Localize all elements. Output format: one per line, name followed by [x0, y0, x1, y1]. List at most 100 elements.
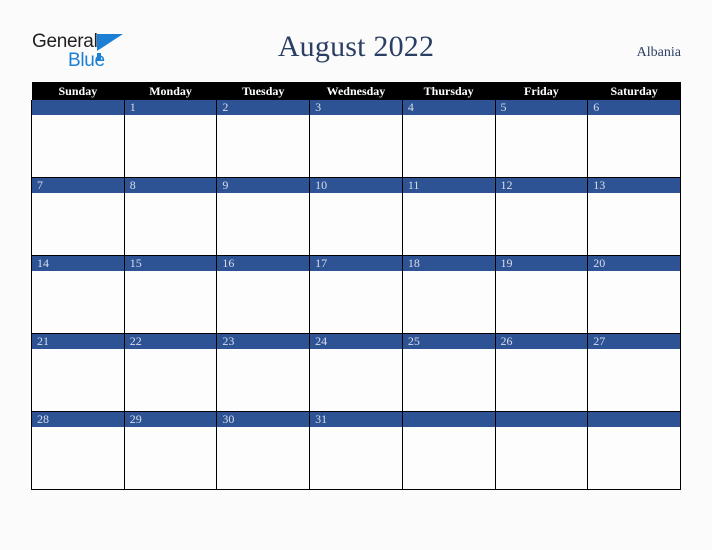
day-notes-area[interactable] [310, 427, 402, 489]
week-row: 14 15 16 17 18 19 20 [31, 255, 681, 334]
day-notes-area[interactable] [588, 349, 680, 411]
day-cell[interactable]: 9 [216, 177, 311, 256]
day-cell[interactable]: 26 [494, 333, 589, 412]
week-row: 1 2 3 4 5 6 [31, 100, 681, 178]
day-number [495, 412, 588, 427]
day-cell[interactable]: 4 [401, 100, 496, 178]
day-number: 27 [588, 334, 680, 349]
day-notes-area[interactable] [402, 349, 495, 411]
day-notes-area[interactable] [124, 115, 217, 177]
day-cell[interactable]: 1 [123, 100, 218, 178]
day-cell[interactable]: 24 [309, 333, 403, 412]
weekday-header-tuesday: Tuesday [216, 82, 310, 100]
day-cell[interactable]: 13 [587, 177, 681, 256]
day-number: 15 [124, 256, 217, 271]
weekday-header-thursday: Thursday [402, 82, 496, 100]
day-cell[interactable]: 27 [587, 333, 681, 412]
day-number: 24 [310, 334, 402, 349]
day-cell[interactable]: 21 [31, 333, 125, 412]
day-number: 26 [495, 334, 588, 349]
day-cell[interactable]: 15 [123, 255, 218, 334]
day-cell[interactable]: 5 [494, 100, 589, 178]
day-cell[interactable]: 2 [216, 100, 311, 178]
day-cell[interactable]: 29 [123, 411, 218, 490]
day-cell[interactable]: 7 [31, 177, 125, 256]
day-cell[interactable]: 18 [401, 255, 496, 334]
page-header: General Blue August 2022 Albania [0, 0, 712, 80]
weekday-header-saturday: Saturday [587, 82, 681, 100]
day-number: 23 [217, 334, 310, 349]
day-number: 5 [495, 100, 588, 115]
day-notes-area[interactable] [32, 271, 124, 333]
day-number [402, 412, 495, 427]
day-number: 7 [32, 178, 124, 193]
day-notes-area[interactable] [495, 115, 588, 177]
calendar-body: 1 2 3 4 5 6 7 8 9 10 11 12 13 14 15 16 1… [31, 100, 681, 490]
day-notes-area[interactable] [402, 193, 495, 255]
day-notes-area[interactable] [217, 193, 310, 255]
week-row: 21 22 23 24 25 26 27 [31, 333, 681, 412]
day-notes-area[interactable] [124, 427, 217, 489]
day-cell[interactable]: 25 [401, 333, 496, 412]
day-notes-area[interactable] [402, 427, 495, 489]
day-cell[interactable]: 30 [216, 411, 311, 490]
day-cell[interactable]: 17 [309, 255, 403, 334]
day-cell[interactable]: 8 [123, 177, 218, 256]
day-cell[interactable]: 11 [401, 177, 496, 256]
day-notes-area[interactable] [32, 349, 124, 411]
day-notes-area[interactable] [588, 193, 680, 255]
day-number: 3 [310, 100, 402, 115]
day-cell[interactable]: 22 [123, 333, 218, 412]
weekday-header-friday: Friday [495, 82, 588, 100]
day-notes-area[interactable] [495, 193, 588, 255]
day-cell[interactable]: 3 [309, 100, 403, 178]
day-cell[interactable] [587, 411, 681, 490]
day-notes-area[interactable] [124, 193, 217, 255]
day-notes-area[interactable] [495, 427, 588, 489]
day-notes-area[interactable] [217, 427, 310, 489]
day-number: 19 [495, 256, 588, 271]
day-notes-area[interactable] [217, 271, 310, 333]
day-notes-area[interactable] [495, 271, 588, 333]
day-number [32, 100, 124, 115]
day-notes-area[interactable] [588, 427, 680, 489]
month-calendar-grid: Sunday Monday Tuesday Wednesday Thursday… [31, 82, 681, 490]
day-notes-area[interactable] [32, 193, 124, 255]
day-cell[interactable]: 16 [216, 255, 311, 334]
day-cell[interactable]: 10 [309, 177, 403, 256]
day-notes-area[interactable] [217, 115, 310, 177]
day-cell[interactable]: 31 [309, 411, 403, 490]
week-row: 7 8 9 10 11 12 13 [31, 177, 681, 256]
day-cell[interactable]: 19 [494, 255, 589, 334]
day-notes-area[interactable] [588, 115, 680, 177]
day-cell[interactable]: 28 [31, 411, 125, 490]
day-notes-area[interactable] [402, 271, 495, 333]
day-notes-area[interactable] [495, 349, 588, 411]
day-cell[interactable] [31, 100, 125, 178]
day-notes-area[interactable] [310, 271, 402, 333]
day-notes-area[interactable] [588, 271, 680, 333]
day-notes-area[interactable] [124, 349, 217, 411]
day-cell[interactable]: 14 [31, 255, 125, 334]
day-notes-area[interactable] [310, 349, 402, 411]
weekday-header-monday: Monday [124, 82, 217, 100]
day-number: 22 [124, 334, 217, 349]
day-cell[interactable] [401, 411, 496, 490]
day-number: 17 [310, 256, 402, 271]
day-number: 6 [588, 100, 680, 115]
day-notes-area[interactable] [32, 115, 124, 177]
day-notes-area[interactable] [310, 115, 402, 177]
day-cell[interactable]: 12 [494, 177, 589, 256]
day-number [588, 412, 680, 427]
day-notes-area[interactable] [124, 271, 217, 333]
day-cell[interactable] [494, 411, 589, 490]
day-cell[interactable]: 23 [216, 333, 311, 412]
day-cell[interactable]: 20 [587, 255, 681, 334]
day-notes-area[interactable] [217, 349, 310, 411]
day-number: 30 [217, 412, 310, 427]
day-cell[interactable]: 6 [587, 100, 681, 178]
day-notes-area[interactable] [402, 115, 495, 177]
day-notes-area[interactable] [32, 427, 124, 489]
day-number: 18 [402, 256, 495, 271]
day-notes-area[interactable] [310, 193, 402, 255]
